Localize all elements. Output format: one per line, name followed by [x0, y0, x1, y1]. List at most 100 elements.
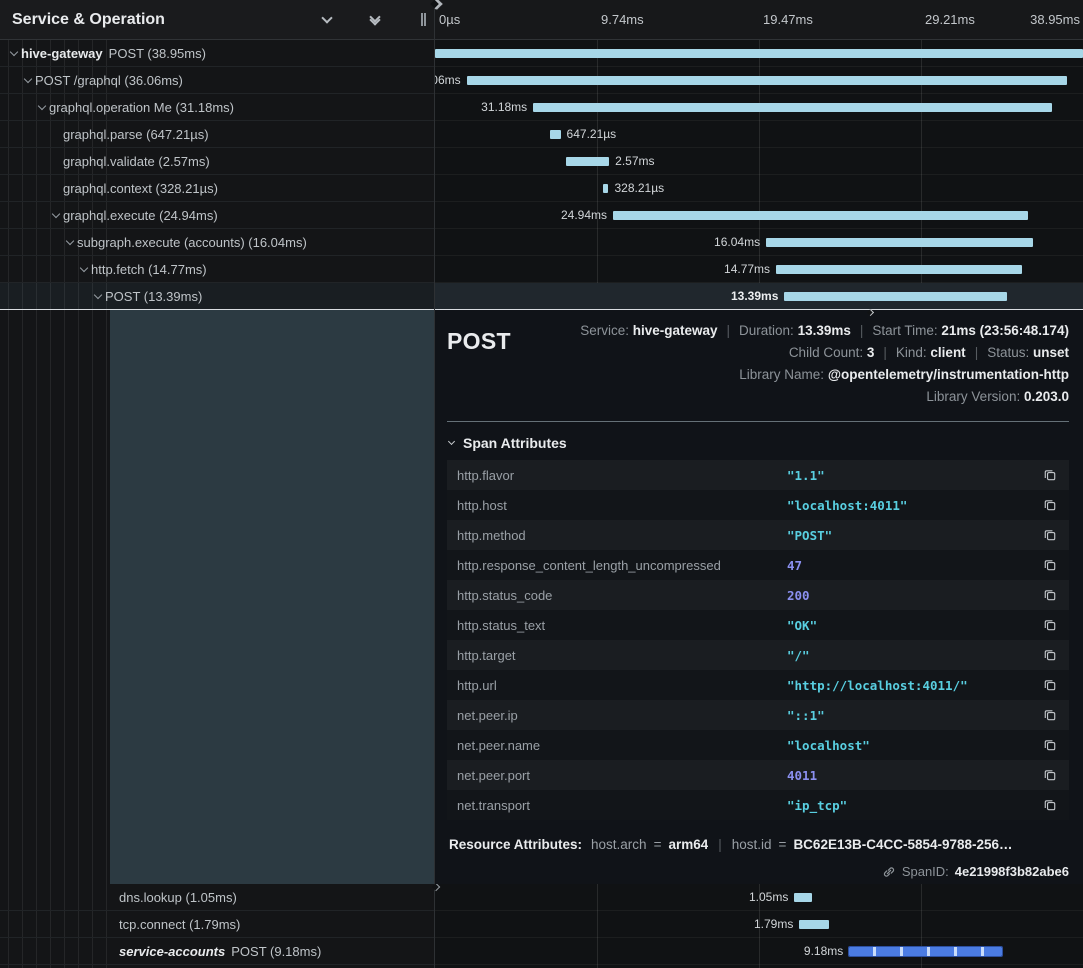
ruler-tick-label: 29.21ms	[925, 12, 975, 27]
timeline-row[interactable]: 13.39ms	[435, 283, 1083, 310]
tree-row[interactable]: tcp.connect (1.79ms)	[0, 911, 434, 938]
tree-row[interactable]: subgraph.execute (accounts) (16.04ms)	[0, 229, 434, 256]
copy-icon[interactable]	[1041, 796, 1059, 814]
timeline-ruler: 0µs9.74ms19.47ms29.21ms38.95ms	[435, 0, 1083, 40]
ruler-tick-label: 0µs	[439, 12, 460, 27]
attribute-key: http.target	[457, 648, 787, 663]
timeline-row[interactable]: 24.94ms	[435, 202, 1083, 229]
tree-row[interactable]: graphql.execute (24.94ms)	[0, 202, 434, 229]
timeline-row[interactable]: 31.18ms	[435, 94, 1083, 121]
panel-resize-handle[interactable]	[421, 13, 426, 26]
timeline-row[interactable]: 328.21µs	[435, 175, 1083, 202]
tree-row[interactable]: POST /graphql (36.06ms)	[0, 67, 434, 94]
timeline-row[interactable]: 14.77ms	[435, 256, 1083, 283]
tree-row[interactable]: graphql.context (328.21µs)	[0, 175, 434, 202]
chevron-down-icon[interactable]	[315, 8, 339, 32]
span-bar[interactable]	[776, 265, 1022, 274]
chevron-down-icon[interactable]	[90, 295, 105, 298]
chevron-down-icon[interactable]	[34, 106, 49, 109]
chevron-down-icon[interactable]	[20, 79, 35, 82]
attribute-key: http.response_content_length_uncompresse…	[457, 558, 787, 573]
tree-row[interactable]: service-accounts POST (9.18ms)	[0, 938, 434, 965]
tree-row-service: service-accounts	[119, 944, 225, 959]
resource-attributes-items: host.arch=arm64|host.id=BC62E13B-C4CC-58…	[591, 837, 1013, 852]
chevron-down-icon[interactable]	[76, 268, 91, 271]
chevron-down-icon[interactable]	[6, 52, 21, 55]
tree-row-label: graphql.operation Me (31.18ms)	[49, 100, 234, 115]
timeline-row[interactable]: 2.57ms	[435, 148, 1083, 175]
tree-row[interactable]: dns.lookup (1.05ms)	[0, 884, 434, 911]
timeline-row[interactable]: 36.06ms	[435, 67, 1083, 94]
resource-attributes-row[interactable]: Resource Attributes: host.arch=arm64|hos…	[435, 820, 1083, 852]
tree-row[interactable]: graphql.validate (2.57ms)	[0, 148, 434, 175]
span-bar[interactable]	[435, 49, 1083, 58]
span-bar[interactable]	[550, 130, 561, 139]
tree-row-label: POST (13.39ms)	[105, 289, 202, 304]
span-meta-line: Child Count: 3|Kind: client|Status: unse…	[511, 342, 1069, 364]
span-bar[interactable]	[766, 238, 1033, 247]
double-chevron-down-icon[interactable]	[363, 8, 387, 32]
tree-row-label: graphql.validate (2.57ms)	[63, 154, 210, 169]
span-bar[interactable]	[799, 920, 829, 929]
span-bar[interactable]	[784, 292, 1007, 301]
panel-title: Service & Operation	[12, 11, 315, 29]
tree-row[interactable]: http.fetch (14.77ms)	[0, 256, 434, 283]
timeline-row[interactable]: 647.21µs	[435, 121, 1083, 148]
tree-row-service: hive-gateway	[21, 46, 103, 61]
span-duration-label: 31.18ms	[475, 94, 533, 120]
span-bar[interactable]	[533, 103, 1052, 112]
link-icon[interactable]	[882, 865, 896, 879]
tree-row[interactable]: POST (13.39ms)	[0, 283, 434, 310]
span-duration-label: 9.18ms	[798, 938, 849, 964]
span-duration-label: 647.21µs	[561, 121, 623, 147]
attribute-row: net.peer.name "localhost"	[447, 730, 1069, 760]
span-attributes-header[interactable]: Span Attributes	[435, 422, 1083, 460]
chevron-down-icon[interactable]	[48, 214, 63, 217]
attribute-row: http.host "localhost:4011"	[447, 490, 1069, 520]
span-duration-label: 16.04ms	[708, 229, 766, 255]
copy-icon[interactable]	[1041, 766, 1059, 784]
span-bar[interactable]	[613, 211, 1028, 220]
attribute-key: http.status_text	[457, 618, 787, 633]
copy-icon[interactable]	[1041, 736, 1059, 754]
attribute-key: http.host	[457, 498, 787, 513]
double-chevron-right-icon[interactable]	[387, 8, 411, 32]
copy-icon[interactable]	[1041, 496, 1059, 514]
span-bar[interactable]	[794, 893, 811, 902]
chevron-down-icon[interactable]	[62, 241, 77, 244]
timeline-row[interactable]	[435, 40, 1083, 67]
span-bar[interactable]	[467, 76, 1067, 85]
span-bar[interactable]	[849, 947, 1002, 956]
tree-row[interactable]: graphql.operation Me (31.18ms)	[0, 94, 434, 121]
attribute-value: "localhost"	[787, 738, 870, 753]
selected-span-detail-spacer	[110, 310, 434, 884]
timeline-row[interactable]: 16.04ms	[435, 229, 1083, 256]
chevron-right-icon[interactable]	[339, 8, 363, 32]
span-bar[interactable]	[566, 157, 609, 166]
timeline-row[interactable]: 1.79ms	[435, 911, 1083, 938]
attribute-row: net.transport "ip_tcp"	[447, 790, 1069, 820]
span-bar[interactable]	[603, 184, 608, 193]
copy-icon[interactable]	[1041, 526, 1059, 544]
timeline-row[interactable]: 1.05ms	[435, 884, 1083, 911]
ruler-tick-label: 19.47ms	[763, 12, 813, 27]
timeline-row[interactable]: 9.18ms	[435, 938, 1083, 965]
timeline-rows-bottom: 1.05ms 1.79ms 9.18ms	[435, 884, 1083, 965]
span-duration-label: 2.57ms	[609, 148, 660, 174]
copy-icon[interactable]	[1041, 646, 1059, 664]
copy-icon[interactable]	[1041, 676, 1059, 694]
attribute-row: http.flavor "1.1"	[447, 460, 1069, 490]
attribute-value: 4011	[787, 768, 817, 783]
attribute-row: http.response_content_length_uncompresse…	[447, 550, 1069, 580]
copy-icon[interactable]	[1041, 616, 1059, 634]
copy-icon[interactable]	[1041, 586, 1059, 604]
copy-icon[interactable]	[1041, 466, 1059, 484]
copy-icon[interactable]	[1041, 556, 1059, 574]
attribute-key: net.peer.name	[457, 738, 787, 753]
span-detail-header: POST Service: hive-gateway|Duration: 13.…	[435, 310, 1083, 408]
copy-icon[interactable]	[1041, 706, 1059, 724]
tree-row[interactable]: graphql.parse (647.21µs)	[0, 121, 434, 148]
tree-row[interactable]: hive-gateway POST (38.95ms)	[0, 40, 434, 67]
tree-rows-bottom: dns.lookup (1.05ms) tcp.connect (1.79ms)…	[0, 884, 434, 965]
timeline-panel: 0µs9.74ms19.47ms29.21ms38.95ms 36.06ms 3…	[435, 0, 1083, 968]
